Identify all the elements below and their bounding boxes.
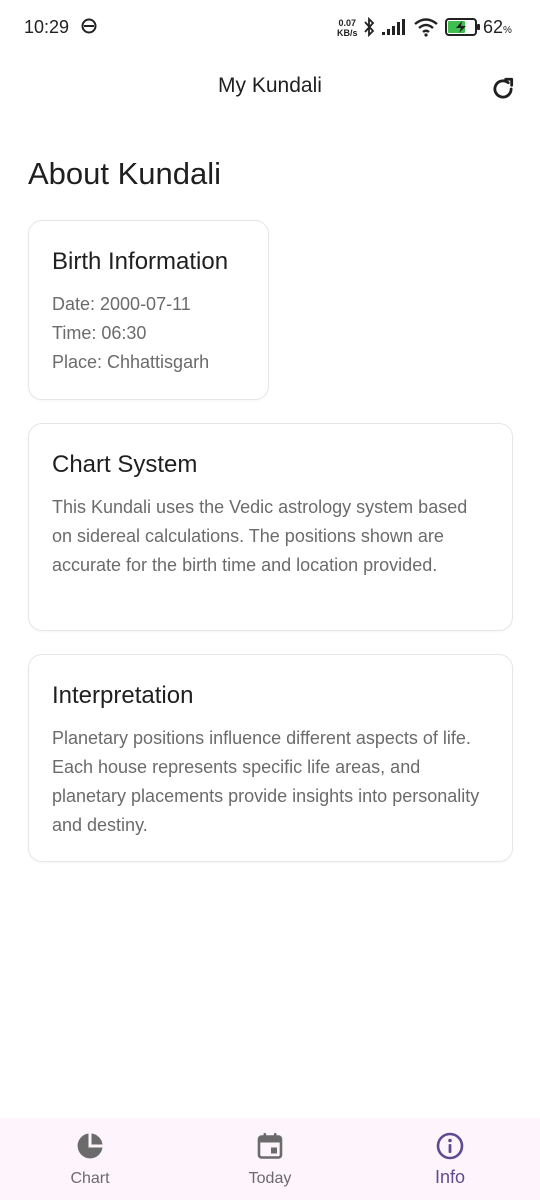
nav-label: Info	[434, 1167, 466, 1187]
battery-percent: 62%	[483, 17, 512, 38]
card-title: Interpretation	[52, 682, 194, 709]
page-heading: About Kundali	[28, 156, 222, 191]
battery-percent-suffix: %	[503, 25, 512, 36]
birth-place: Place: Chhattisgarh	[52, 352, 210, 372]
app-bar: My Kundali	[0, 56, 540, 120]
chart-system-description: This Kundali uses the Vedic astrology sy…	[52, 497, 468, 575]
nav-item-info[interactable]: Info	[360, 1118, 540, 1200]
network-speed-value: 0.07	[338, 18, 357, 28]
interpretation-card: Interpretation Planetary positions influ…	[28, 654, 513, 862]
calendar-icon	[257, 1133, 283, 1159]
nav-label: Chart	[70, 1170, 110, 1187]
refresh-button[interactable]	[486, 72, 520, 106]
pie-chart-icon	[77, 1133, 103, 1159]
notification-dot-icon	[81, 18, 97, 34]
nav-item-today[interactable]: Today	[180, 1118, 360, 1200]
signal-icon	[382, 19, 405, 35]
birth-time: Time: 06:30	[52, 323, 147, 343]
card-title: Chart System	[52, 451, 198, 478]
bottom-navigation: Chart Today Info	[0, 1118, 540, 1200]
status-bar: 10:29 0.07 KB/s 62%	[0, 0, 540, 56]
network-speed: 0.07 KB/s	[337, 18, 358, 38]
bluetooth-icon	[364, 16, 375, 38]
battery-charging-icon	[445, 18, 480, 36]
status-time: 10:29	[24, 17, 70, 37]
card-title: Birth Information	[52, 248, 229, 275]
refresh-icon	[493, 77, 514, 99]
battery-percent-value: 62	[483, 17, 504, 37]
nav-label: Today	[248, 1170, 292, 1187]
birth-date: Date: 2000-07-11	[52, 294, 191, 314]
network-speed-unit: KB/s	[337, 28, 358, 38]
nav-item-chart[interactable]: Chart	[0, 1118, 180, 1200]
app-title: My Kundali	[218, 74, 322, 97]
interpretation-description: Planetary positions influence different …	[52, 728, 480, 835]
chart-system-card: Chart System This Kundali uses the Vedic…	[28, 423, 513, 631]
wifi-icon	[414, 18, 438, 37]
info-icon	[436, 1132, 464, 1160]
birth-information-card: Birth Information Date: 2000-07-11 Time:…	[28, 220, 269, 400]
